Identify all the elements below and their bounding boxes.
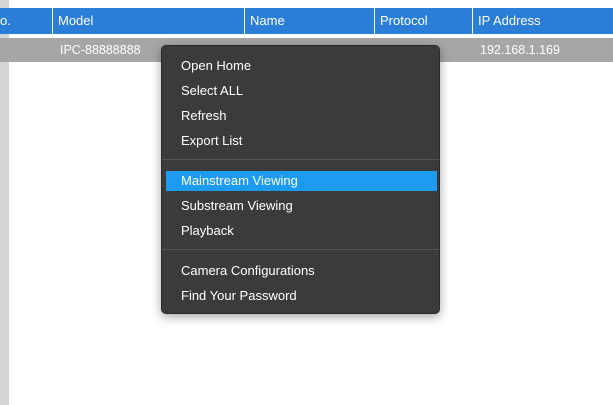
menu-item-refresh[interactable]: Refresh [166, 106, 437, 126]
menu-item-mainstream-viewing[interactable]: Mainstream Viewing [166, 171, 437, 191]
column-header-name[interactable]: Name [245, 8, 374, 34]
menu-item-substream-viewing[interactable]: Substream Viewing [166, 196, 437, 216]
cell-no [0, 38, 52, 62]
menu-item-playback[interactable]: Playback [166, 221, 437, 241]
cell-ip-address: 192.168.1.169 [480, 43, 560, 57]
column-header-model[interactable]: Model [53, 8, 244, 34]
menu-item-select-all[interactable]: Select ALL [166, 81, 437, 101]
context-menu: Open Home Select ALL Refresh Export List… [161, 45, 440, 314]
column-header-ip-address[interactable]: IP Address [473, 8, 613, 34]
menu-item-find-your-password[interactable]: Find Your Password [166, 286, 437, 306]
menu-item-open-home[interactable]: Open Home [166, 56, 437, 76]
table-header: o. Model Name Protocol IP Address [0, 8, 613, 34]
menu-item-export-list[interactable]: Export List [166, 131, 437, 151]
device-list-window: o. Model Name Protocol IP Address IPC-88… [0, 0, 613, 405]
menu-item-camera-configurations[interactable]: Camera Configurations [166, 261, 437, 281]
menu-separator [162, 159, 439, 160]
menu-separator [162, 249, 439, 250]
column-header-no[interactable]: o. [0, 8, 52, 34]
column-header-protocol[interactable]: Protocol [375, 8, 472, 34]
